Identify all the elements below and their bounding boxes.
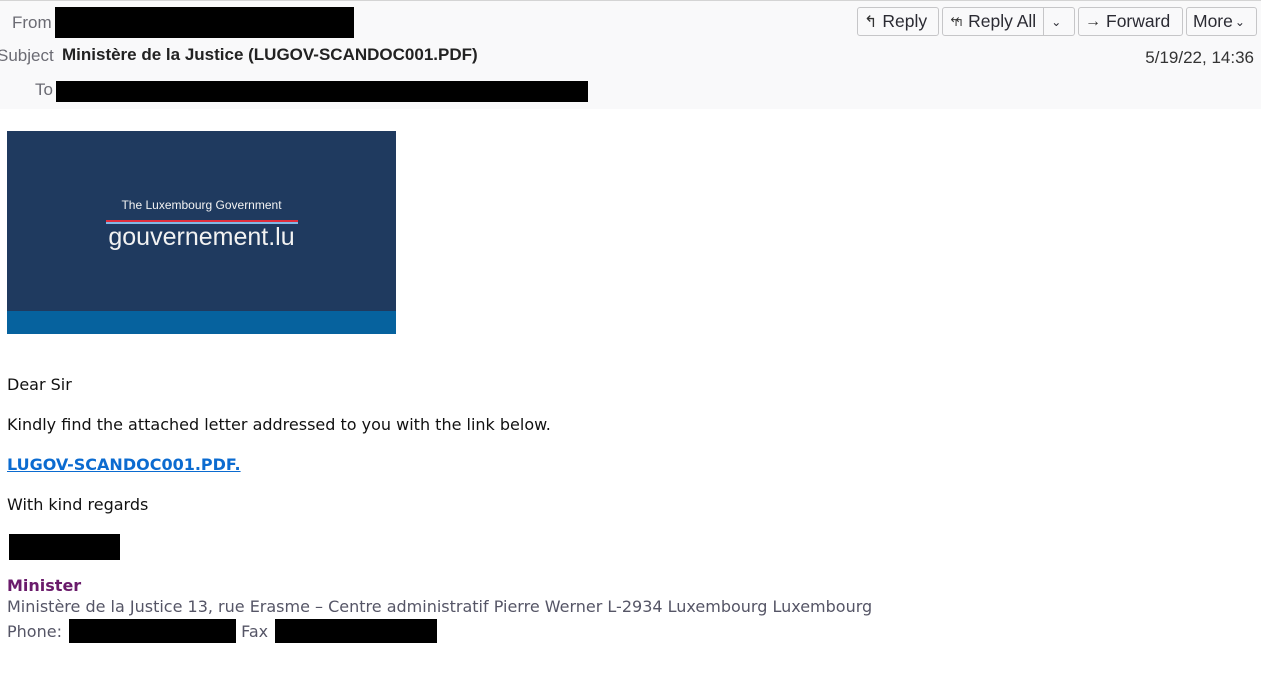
reply-all-label: Reply All [968,11,1037,31]
message-date: 5/19/22, 14:36 [1145,48,1254,67]
from-redacted[interactable] [55,7,354,38]
greeting: Dear Sir [7,375,72,394]
message-header: From Subject Ministère de la Justice (LU… [0,0,1261,109]
closing: With kind regards [7,495,149,514]
to-label: To [35,80,53,99]
more-button[interactable]: More ⌄ [1186,7,1257,36]
forward-icon: → [1085,12,1101,30]
reply-all-icon: ↰↰ [949,14,964,29]
phone-redacted [69,619,237,643]
forward-button[interactable]: → Forward [1078,7,1183,36]
signer-name-redacted [9,534,120,560]
reply-all-dropdown[interactable]: ⌄ [1043,8,1061,35]
reply-label: Reply [882,11,928,31]
banner-tagline: The Luxembourg Government [121,198,282,212]
government-banner-image: The Luxembourg Government gouvernement.l… [7,131,396,334]
banner-site: gouvernement.lu [108,223,295,251]
reply-button[interactable]: ↰ Reply [857,7,939,36]
subject-value: Ministère de la Justice (LUGOV-SCANDOC00… [62,45,478,64]
subject-label: Subject [0,46,54,65]
chevron-down-icon: ⌄ [1051,14,1062,29]
reply-icon: ↰ [864,13,878,31]
body-line: Kindly find the attached letter addresse… [7,415,551,434]
banner-strip [7,311,396,334]
fax-label: Fax [241,622,269,641]
chevron-down-icon: ⌄ [1234,14,1245,29]
signature-contact: Phone: Fax [7,619,438,643]
from-label: From [12,13,52,32]
more-label: More [1193,11,1233,31]
pdf-link[interactable]: LUGOV-SCANDOC001.PDF. [7,455,241,474]
phone-label: Phone: [7,622,62,641]
reply-all-button[interactable]: ↰↰ Reply All ⌄ [942,7,1075,36]
to-redacted[interactable] [56,81,588,102]
fax-redacted [275,619,438,643]
signature-title: Minister [7,576,82,595]
signature-address: Ministère de la Justice 13, rue Erasme –… [7,597,873,616]
forward-label: Forward [1106,11,1171,31]
